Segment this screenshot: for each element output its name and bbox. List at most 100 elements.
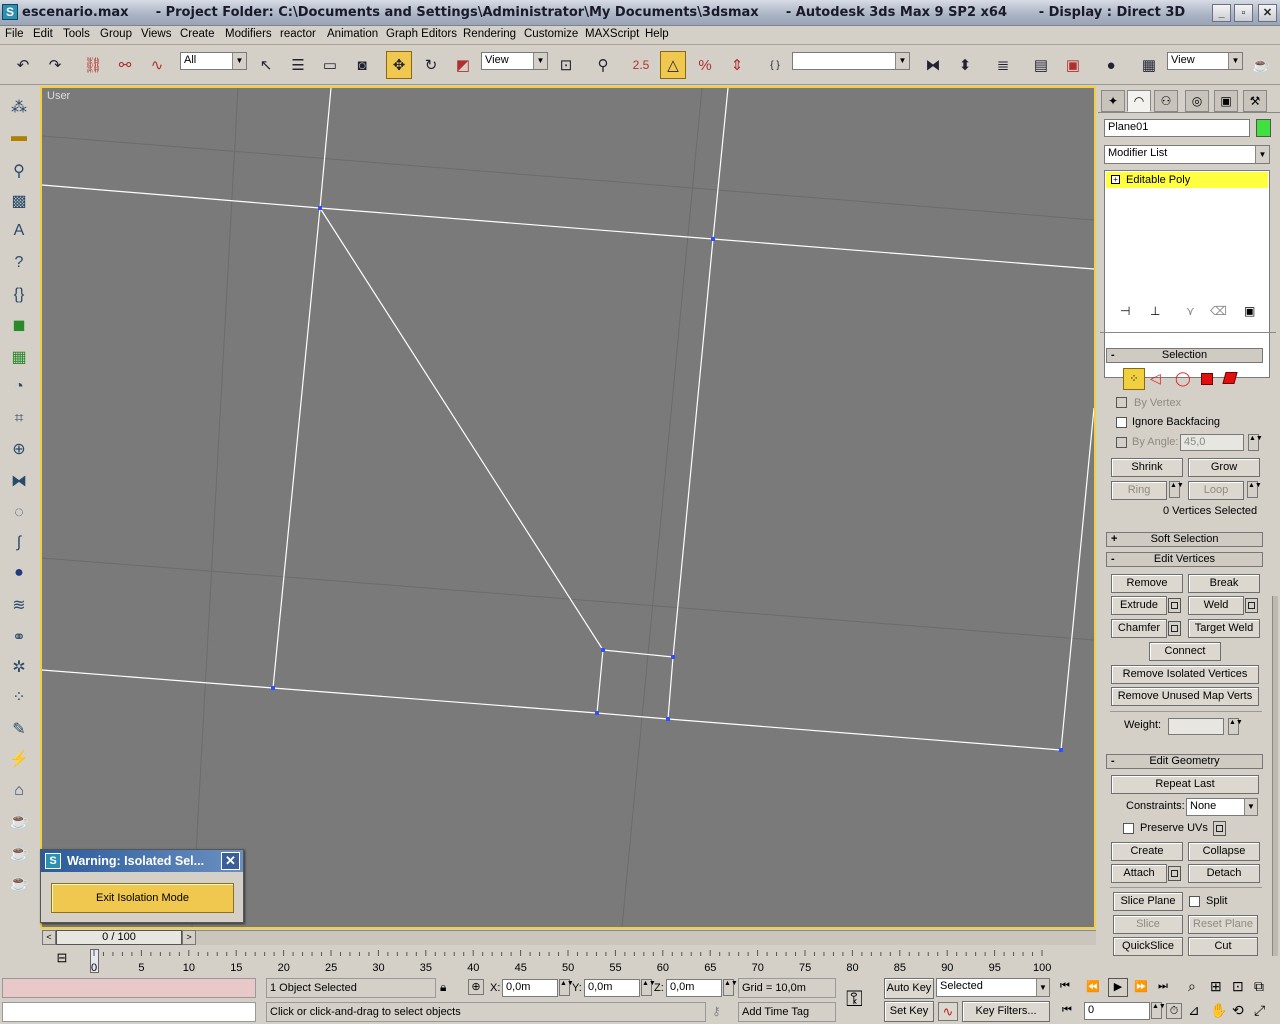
edit-named-selection-icon[interactable]: { } <box>762 51 788 79</box>
menu-tools[interactable]: Tools <box>63 28 90 40</box>
time-configuration-icon[interactable]: ⏱ <box>1166 1003 1182 1019</box>
auto-key-button[interactable]: Auto Key <box>884 978 934 999</box>
select-and-link-icon[interactable]: ⛓ <box>80 51 106 79</box>
ignore-backfacing-checkbox[interactable] <box>1116 417 1127 428</box>
manipulate-icon[interactable]: ⚲ <box>590 51 616 79</box>
extrude-settings-icon[interactable] <box>1168 598 1181 613</box>
zoom-icon[interactable]: ⌕ <box>1188 978 1196 995</box>
detach-button[interactable]: Detach <box>1188 864 1260 883</box>
menu-modifiers[interactable]: Modifiers <box>225 28 272 40</box>
lasso-icon[interactable]: ◌ <box>6 500 32 526</box>
viewport-user[interactable]: User <box>40 86 1096 929</box>
spline-icon[interactable]: ∫ <box>6 530 32 556</box>
scatter-icon[interactable]: ⁘ <box>6 684 32 710</box>
unlink-icon[interactable]: ⚯ <box>112 51 138 79</box>
pin-stack-icon[interactable]: ⊣ <box>1120 304 1130 318</box>
chamfer-settings-icon[interactable] <box>1168 621 1181 636</box>
named-selection-dropdown[interactable]: ▼ <box>792 52 910 70</box>
reference-coordinate-dropdown[interactable]: View ▼ <box>481 52 548 70</box>
particle-icon[interactable]: ⁂ <box>6 94 32 120</box>
remove-button[interactable]: Remove <box>1111 574 1183 593</box>
set-key-button[interactable]: Set Key <box>884 1001 934 1022</box>
time-slider-thumb[interactable]: 0 / 100 <box>56 930 182 945</box>
polygon-mode-icon[interactable] <box>1201 373 1213 385</box>
remove-isolated-vertices-button[interactable]: Remove Isolated Vertices <box>1111 665 1259 684</box>
teapot-c-icon[interactable]: ☕ <box>6 870 32 896</box>
menu-create[interactable]: Create <box>180 28 215 40</box>
teapot-a-icon[interactable]: ☕ <box>6 808 32 834</box>
next-frame-icon[interactable]: ⏩ <box>1134 980 1148 993</box>
edit-geometry-rollout-header[interactable]: - Edit Geometry <box>1106 754 1263 769</box>
utilities-tab-icon[interactable]: ⚒ <box>1243 90 1267 112</box>
menu-group[interactable]: Group <box>100 28 132 40</box>
teapot-b-icon[interactable]: ☕ <box>6 840 32 866</box>
pattern-icon[interactable]: ✲ <box>6 654 32 680</box>
rectangular-selection-icon[interactable]: ▭ <box>317 51 343 79</box>
checker-icon[interactable]: ▩ <box>6 188 32 214</box>
track-ruler[interactable]: 0 5 10 15 20 25 30 35 40 45 50 55 60 65 70 75 80 85 90 95 10… <box>0 946 1098 976</box>
by-angle-checkbox[interactable] <box>1116 437 1127 448</box>
preserve-uvs-settings-icon[interactable] <box>1213 821 1226 836</box>
expand-icon[interactable]: + <box>1111 175 1120 184</box>
display-tab-icon[interactable]: ▣ <box>1214 90 1238 112</box>
object-name-field[interactable]: Plane01 <box>1104 119 1250 137</box>
mirror-tool-icon[interactable]: ⧓ <box>6 468 32 494</box>
selection-lock-toggle-icon[interactable]: ⚷ <box>712 1004 721 1018</box>
snap-toggle-icon[interactable]: 2.5 <box>628 51 654 79</box>
edge-mode-icon[interactable]: ◁ <box>1150 370 1161 387</box>
menu-rendering[interactable]: Rendering <box>463 28 516 40</box>
collapse-button[interactable]: Collapse <box>1188 842 1260 861</box>
border-mode-icon[interactable]: ◯ <box>1175 370 1191 387</box>
menu-reactor[interactable]: reactor <box>280 28 316 40</box>
abc-icon[interactable]: {} <box>6 282 32 308</box>
panel-scrollbar[interactable] <box>1272 596 1278 956</box>
time-slider-track[interactable] <box>196 930 1096 945</box>
hierarchy-icon[interactable]: ⚭ <box>6 624 32 650</box>
key-mode-toggle-icon[interactable]: ⏮ <box>1062 1004 1072 1017</box>
percent-snap-icon[interactable]: % <box>692 51 718 79</box>
select-by-name-icon[interactable]: ☰ <box>285 51 311 79</box>
menu-graph-editors[interactable]: Graph Editors <box>386 28 457 40</box>
configure-sets-icon[interactable]: ▣ <box>1244 304 1255 318</box>
split-checkbox[interactable] <box>1189 896 1200 907</box>
reset-plane-button[interactable]: Reset Plane <box>1188 915 1258 934</box>
render-view-dropdown[interactable]: View ▼ <box>1167 52 1243 70</box>
select-object-icon[interactable]: ↖ <box>253 51 279 79</box>
loop-spinner[interactable]: ▲▼ <box>1247 481 1262 498</box>
selection-filter-dropdown[interactable]: All ▼ <box>180 52 247 70</box>
cut-button[interactable]: Cut <box>1188 937 1258 956</box>
schematic-view-icon[interactable]: ▣ <box>1060 51 1086 79</box>
modify-tab-icon[interactable]: ◠ <box>1127 90 1151 112</box>
weld-button[interactable]: Weld <box>1188 596 1244 615</box>
frame-spinner[interactable]: ▲▼ <box>1151 1002 1166 1019</box>
ring-spinner[interactable]: ▲▼ <box>1169 481 1184 498</box>
curve-editor-icon[interactable]: ▤ <box>1028 51 1054 79</box>
pan-view-icon[interactable]: ✋ <box>1210 1002 1227 1019</box>
attach-button[interactable]: Attach <box>1111 864 1167 883</box>
close-icon[interactable]: ✕ <box>221 852 240 870</box>
lock-selection-icon[interactable]: 🔒︎ <box>440 980 446 995</box>
menu-file[interactable]: File <box>5 28 24 40</box>
crop-icon[interactable]: ⌗ <box>6 406 32 432</box>
chevron-right-icon[interactable]: > <box>182 930 196 945</box>
spinner-snap-icon[interactable]: ⇕ <box>724 51 750 79</box>
close-button[interactable]: ✕ <box>1258 4 1277 22</box>
arc-rotate-icon[interactable]: ⟲ <box>1232 1002 1244 1019</box>
tape-icon[interactable]: ▬ <box>6 124 32 150</box>
connect-button[interactable]: Connect <box>1149 642 1221 661</box>
maxscript-input-mini[interactable] <box>2 1002 256 1022</box>
y-spinner[interactable]: ▲▼ <box>641 979 656 996</box>
add-time-tag-field[interactable]: Add Time Tag <box>738 1002 836 1022</box>
target-icon[interactable]: ⊕ <box>6 436 32 462</box>
selection-rollout-header[interactable]: - Selection <box>1106 348 1263 363</box>
mirror-icon[interactable]: ⧓ <box>920 51 946 79</box>
key-curve-icon[interactable]: ∿ <box>938 1002 958 1021</box>
bind-space-warp-icon[interactable]: ∿ <box>144 51 170 79</box>
grid-icon[interactable]: ▦ <box>6 344 32 370</box>
window-crossing-icon[interactable]: ◙ <box>349 51 375 79</box>
zoom-extents-icon[interactable]: ⊡ <box>1232 978 1244 995</box>
sphere-icon[interactable]: ● <box>6 560 32 586</box>
play-icon[interactable]: ▶ <box>1108 978 1128 997</box>
ring-button[interactable]: Ring <box>1111 481 1167 500</box>
edit-vertices-rollout-header[interactable]: - Edit Vertices <box>1106 552 1263 567</box>
